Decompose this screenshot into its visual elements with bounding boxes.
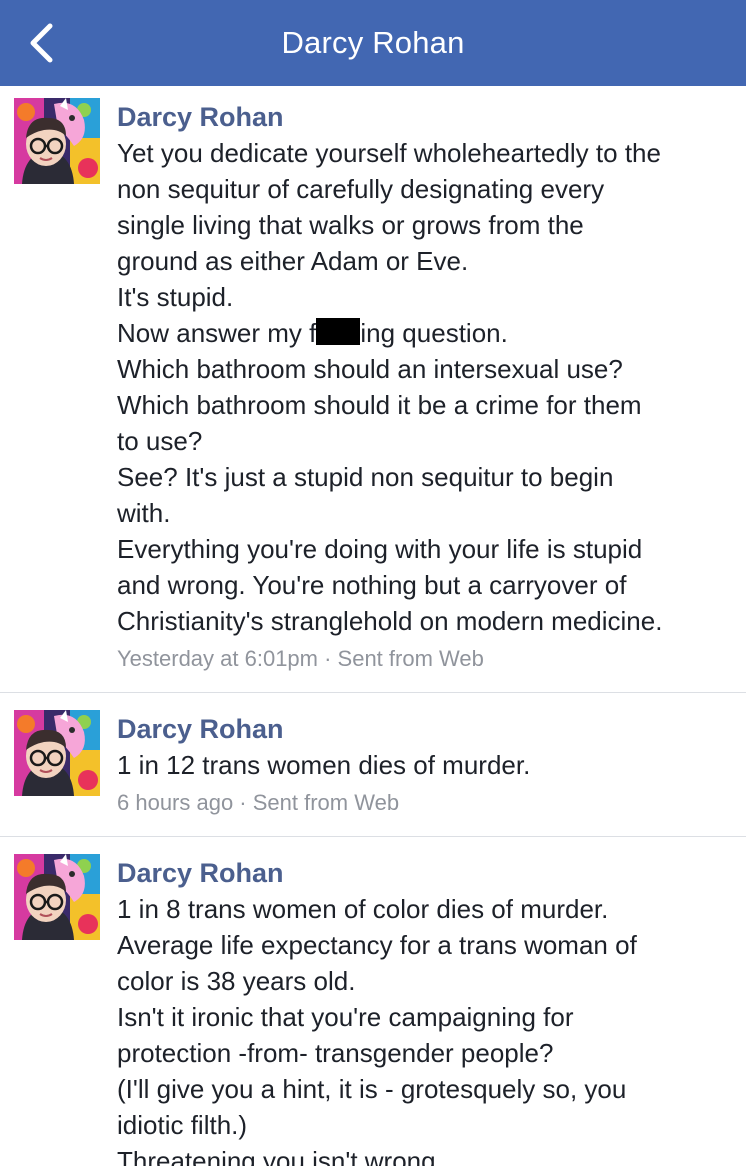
message-line: (I'll give you a hint, it is - grotesque… <box>117 1074 627 1104</box>
message-body: Darcy Rohan Yet you dedicate yourself wh… <box>117 99 737 677</box>
message-text: ing question. <box>360 318 508 348</box>
message-line: Threatening you isn't wrong. <box>117 1146 443 1166</box>
message-line: Isn't it ironic that you're campaigning … <box>117 1002 574 1032</box>
message-line: protection -from- transgender people? <box>117 1038 554 1068</box>
message-line: Now answer my f ing question. <box>117 315 737 351</box>
message-line: single living that walks or grows from t… <box>117 210 584 240</box>
back-button[interactable] <box>18 18 68 68</box>
message-line: non sequitur of carefully designating ev… <box>117 174 605 204</box>
message-item: Darcy Rohan 1 in 12 trans women dies of … <box>0 693 746 837</box>
message-line: It's stupid. <box>117 282 234 312</box>
sender-name[interactable]: Darcy Rohan <box>117 99 737 135</box>
message-line: color is 38 years old. <box>117 966 356 996</box>
message-line: Which bathroom should it be a crime for … <box>117 390 642 420</box>
avatar[interactable] <box>14 98 100 184</box>
sender-name[interactable]: Darcy Rohan <box>117 855 737 891</box>
message-line: Yet you dedicate yourself wholeheartedly… <box>117 138 661 168</box>
message-line: See? It's just a stupid non sequitur to … <box>117 462 614 492</box>
message-line: with. <box>117 498 171 528</box>
message-text: Now answer my f <box>117 318 317 348</box>
message-line: Christianity's stranglehold on modern me… <box>117 606 663 636</box>
message-item: Darcy Rohan Yet you dedicate yourself wh… <box>0 86 746 693</box>
conversation-title: Darcy Rohan <box>281 25 465 60</box>
message-line: Which bathroom should an intersexual use… <box>117 354 623 384</box>
chevron-left-icon <box>30 23 53 63</box>
message-line: and wrong. You're nothing but a carryove… <box>117 570 627 600</box>
message-timestamp: Yesterday at 6:01pm · Sent from Web <box>117 646 484 671</box>
top-bar: Darcy Rohan <box>0 0 746 86</box>
message-line: 1 in 8 trans women of color dies of murd… <box>117 894 609 924</box>
message-line: Average life expectancy for a trans woma… <box>117 930 637 960</box>
avatar[interactable] <box>14 710 100 796</box>
message-line: Everything you're doing with your life i… <box>117 534 643 564</box>
sender-name[interactable]: Darcy Rohan <box>117 711 737 747</box>
message-line: idiotic filth.) <box>117 1110 248 1140</box>
message-body: Darcy Rohan 1 in 8 trans women of color … <box>117 855 737 1166</box>
message-line: 1 in 12 trans women dies of murder. <box>117 750 531 780</box>
message-body: Darcy Rohan 1 in 12 trans women dies of … <box>117 711 737 821</box>
redaction-bar <box>316 318 361 345</box>
message-item: Darcy Rohan 1 in 8 trans women of color … <box>0 837 746 1166</box>
message-line: ground as either Adam or Eve. <box>117 246 469 276</box>
message-line: to use? <box>117 426 203 456</box>
message-thread[interactable]: Darcy Rohan Yet you dedicate yourself wh… <box>0 86 746 1166</box>
message-timestamp: 6 hours ago · Sent from Web <box>117 790 400 815</box>
avatar[interactable] <box>14 854 100 940</box>
